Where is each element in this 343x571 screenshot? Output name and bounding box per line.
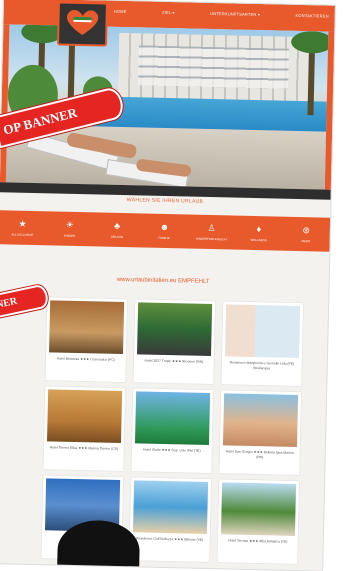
main-navigation: HOME ZIEL ▾ UNTERKUNFTSARTEN ▾ KONTAKTIE…: [114, 9, 329, 19]
hotel-caption: Hotel Britannia ★★★ Cesenatico (FC): [56, 356, 115, 362]
hotel-image: [224, 304, 301, 359]
hotel-image: [220, 482, 297, 536]
hotel-caption: Residence Golf Bellezza ★★★ Bibione (VE): [136, 536, 204, 542]
category-bar: ★ ALL INCLUSIVE ☀ KINDER ♣ URLAUB ☻ FAMI…: [0, 210, 331, 252]
category-label: ALL INCLUSIVE: [11, 232, 34, 237]
hotel-image: [49, 300, 125, 355]
hotel-windows: [138, 45, 289, 89]
category-wellness[interactable]: ♦ WELLNESS: [241, 224, 277, 243]
category-kinder[interactable]: ☀ KINDER: [52, 219, 88, 238]
hotel-caption: Hotel Terraza ★★★ Alba Adriatica (TE): [228, 538, 288, 544]
category-all-inclusive[interactable]: ★ ALL INCLUSIVE: [4, 218, 40, 237]
nav-item-kontaktieren[interactable]: KONTAKTIEREN: [295, 13, 328, 19]
hotel-image: [134, 391, 211, 446]
hotel-caption: Hotel 2627 Tropic ★★★ Riccione (RN): [144, 358, 204, 364]
nav-item-unterkunftsarten[interactable]: UNTERKUNFTSARTEN ▾: [210, 11, 260, 17]
hotel-card[interactable]: Hotel Britannia ★★★ Cesenatico (FC): [45, 297, 128, 383]
hotel-image: [47, 389, 123, 444]
category-label: MEHR: [301, 239, 311, 244]
drop-icon: ♦: [256, 224, 262, 235]
hotel-card[interactable]: Hotel 2627 Tropic ★★★ Riccione (RN): [133, 299, 216, 385]
hotel-card[interactable]: Residence Golf Bellezza ★★★ Bibione (VE): [129, 477, 212, 563]
category-label: WELLNESS: [250, 237, 267, 243]
family-icon: ☻: [159, 221, 170, 233]
hotel-caption: Hotel San Giorgio ★★★ Bellaria Igea Mari…: [225, 449, 294, 460]
hotel-image: [136, 302, 213, 357]
star-icon: ★: [18, 218, 27, 229]
hotel-card[interactable]: Hotel Giulia ★★★ Sup. Lido Silvi (TE): [131, 388, 214, 474]
category-urlaub[interactable]: ♣ URLAUB: [99, 220, 135, 239]
hotel-card[interactable]: Hotel Terraza ★★★ Alba Adriatica (TE): [217, 479, 300, 565]
category-label: FAMILIE: [158, 235, 170, 241]
person-icon: ♙: [207, 222, 216, 234]
hotel-card[interactable]: Hotel San Giorgio ★★★ Bellaria Igea Mari…: [219, 390, 302, 476]
site-logo[interactable]: [56, 1, 108, 47]
hotel-card[interactable]: Residence Margherita e Gemelle Lido (FE)…: [221, 301, 304, 387]
nav-item-ziel[interactable]: ZIEL ▾: [162, 10, 175, 15]
sun-icon: ☀: [65, 219, 74, 230]
category-kinderfreundlich[interactable]: ♙ KINDERFREUNDLICH: [193, 223, 229, 242]
category-label: URLAUB: [110, 234, 123, 240]
hotel-caption: Hotel Giulia ★★★ Sup. Lido Silvi (TE): [143, 447, 201, 453]
website-screenshot: HOME ZIEL ▾ UNTERKUNFTSARTEN ▾ KONTAKTIE…: [0, 0, 335, 571]
category-mehr[interactable]: ⊛ MEHR: [288, 225, 324, 244]
hotel-caption: Residence Margherita e Gemelle Lido (FE)…: [229, 360, 295, 371]
recommended-title: www.urlaubinitalien.eu EMPFEHLT: [116, 276, 210, 285]
category-label: KINDERFREUNDLICH: [196, 236, 227, 242]
hotel-card[interactable]: Hotel Tirreno Ellas ★★★ Marina Tirreno (…: [43, 386, 126, 472]
hotel-caption: Hotel Tirreno Ellas ★★★ Marina Tirreno (…: [49, 445, 119, 451]
ball-icon: ⊛: [302, 225, 311, 236]
heart-logo-icon: [67, 10, 99, 36]
hotel-image: [222, 393, 299, 448]
category-familie[interactable]: ☻ FAMILIE: [146, 222, 182, 241]
tree-icon: ♣: [114, 220, 121, 231]
category-label: KINDER: [63, 233, 76, 238]
nav-item-home[interactable]: HOME: [114, 9, 127, 14]
hotel-image: [132, 480, 209, 534]
